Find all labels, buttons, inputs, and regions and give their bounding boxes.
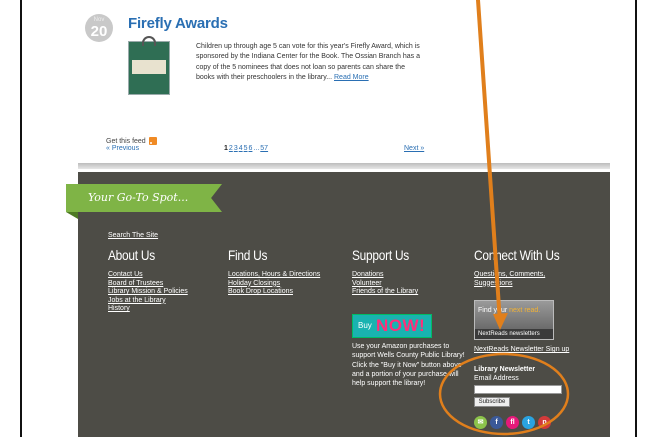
site-footer: Your Go-To Spot... Search The Site About… — [66, 172, 610, 437]
post-title[interactable]: Firefly Awards — [128, 15, 228, 32]
tagline-fold — [66, 212, 78, 219]
buy-now-label: Buy — [358, 321, 372, 330]
date-badge: Nov 20 — [85, 14, 113, 42]
date-day: 20 — [90, 23, 108, 40]
book-drop-link[interactable]: Book Drop Locations — [228, 288, 320, 297]
board-of-trustees-link[interactable]: Board of Trustees — [108, 280, 188, 289]
page-link-current: 1 — [224, 145, 228, 152]
page-link[interactable]: 5 — [244, 145, 248, 152]
post-body-text: Children up through age 5 can vote for t… — [196, 43, 421, 81]
connect-column: Connect With Us Questions, Comments, Sug… — [474, 247, 604, 288]
facebook-icon[interactable]: f — [490, 416, 503, 429]
page-link[interactable]: 2 — [229, 145, 233, 152]
next-link[interactable]: Next » — [404, 145, 424, 152]
holiday-closings-link[interactable]: Holiday Closings — [228, 280, 320, 289]
bag-handle-icon — [142, 36, 156, 46]
feed-label[interactable]: Get this feed — [106, 138, 146, 145]
nextreads-signup-link[interactable]: NextReads Newsletter Sign up — [474, 346, 569, 353]
page-link[interactable]: 6 — [249, 145, 253, 152]
about-us-heading: About Us — [108, 247, 155, 263]
post-thumbnail-bag-image[interactable] — [128, 36, 170, 95]
buy-now-button[interactable]: Buy NOW! — [352, 314, 432, 338]
buy-now-word: NOW! — [376, 316, 426, 335]
friends-link[interactable]: Friends of the Library — [352, 288, 468, 297]
page-link[interactable]: 3 — [234, 145, 238, 152]
mission-policies-link[interactable]: Library Mission & Policies — [108, 288, 188, 297]
pinterest-icon[interactable]: p — [538, 416, 551, 429]
donations-link[interactable]: Donations — [352, 271, 468, 280]
nextreads-banner-bar: NextReads newsletters — [475, 329, 553, 339]
support-us-column: Support Us Donations Volunteer Friends o… — [352, 247, 468, 297]
nextreads-text-b: next read. — [509, 307, 541, 314]
amazon-support-text: Use your Amazon purchases to support Wel… — [352, 343, 465, 388]
read-more-link[interactable]: Read More — [334, 74, 369, 81]
search-site-link[interactable]: Search The Site — [108, 232, 158, 239]
blog-post-area: Nov 20 Firefly Awards Children up throug… — [78, 0, 610, 160]
support-us-heading: Support Us — [352, 247, 409, 263]
twitter-icon[interactable]: t — [522, 416, 535, 429]
bag-label — [132, 60, 166, 74]
previous-link[interactable]: « Previous — [106, 145, 139, 152]
contact-us-link[interactable]: Contact Us — [108, 271, 188, 280]
jobs-link[interactable]: Jobs at the Library — [108, 297, 188, 306]
page-link-last[interactable]: 57 — [260, 145, 268, 152]
questions-link[interactable]: Questions, Comments, — [474, 271, 604, 280]
tagline-banner: Your Go-To Spot... — [66, 184, 222, 212]
feed-line[interactable]: Get this feed — [106, 137, 157, 145]
about-us-column: About Us Contact Us Board of Trustees Li… — [108, 247, 188, 314]
volunteer-link[interactable]: Volunteer — [352, 280, 468, 289]
nextreads-text-a: Find your — [478, 307, 508, 314]
suggestions-link[interactable]: Suggestions — [474, 280, 604, 289]
pagination: 123456...57 — [224, 145, 269, 152]
connect-heading: Connect With Us — [474, 247, 560, 263]
history-link[interactable]: History — [108, 305, 188, 314]
page-link[interactable]: 4 — [239, 145, 243, 152]
find-us-column: Find Us Locations, Hours & Directions Ho… — [228, 247, 320, 297]
subscribe-button[interactable]: Subscribe — [474, 397, 510, 407]
nextreads-banner-text: Find your next read. — [478, 307, 540, 314]
email-icon[interactable]: ✉ — [474, 416, 487, 429]
section-divider — [78, 163, 610, 169]
newsletter-title: Library Newsletter — [474, 366, 536, 373]
nextreads-banner[interactable]: Find your next read. NextReads newslette… — [474, 300, 554, 340]
page-ellipsis: ... — [253, 145, 260, 152]
find-us-heading: Find Us — [228, 247, 268, 263]
post-excerpt: Children up through age 5 can vote for t… — [196, 42, 422, 83]
rss-icon[interactable] — [148, 137, 157, 145]
locations-link[interactable]: Locations, Hours & Directions — [228, 271, 320, 280]
flickr-icon[interactable]: fl — [506, 416, 519, 429]
social-icons: ✉ f fl t p — [474, 416, 551, 429]
email-input[interactable] — [474, 385, 562, 394]
browser-frame: Nov 20 Firefly Awards Children up throug… — [20, 0, 637, 437]
email-label: Email Address — [474, 375, 519, 382]
